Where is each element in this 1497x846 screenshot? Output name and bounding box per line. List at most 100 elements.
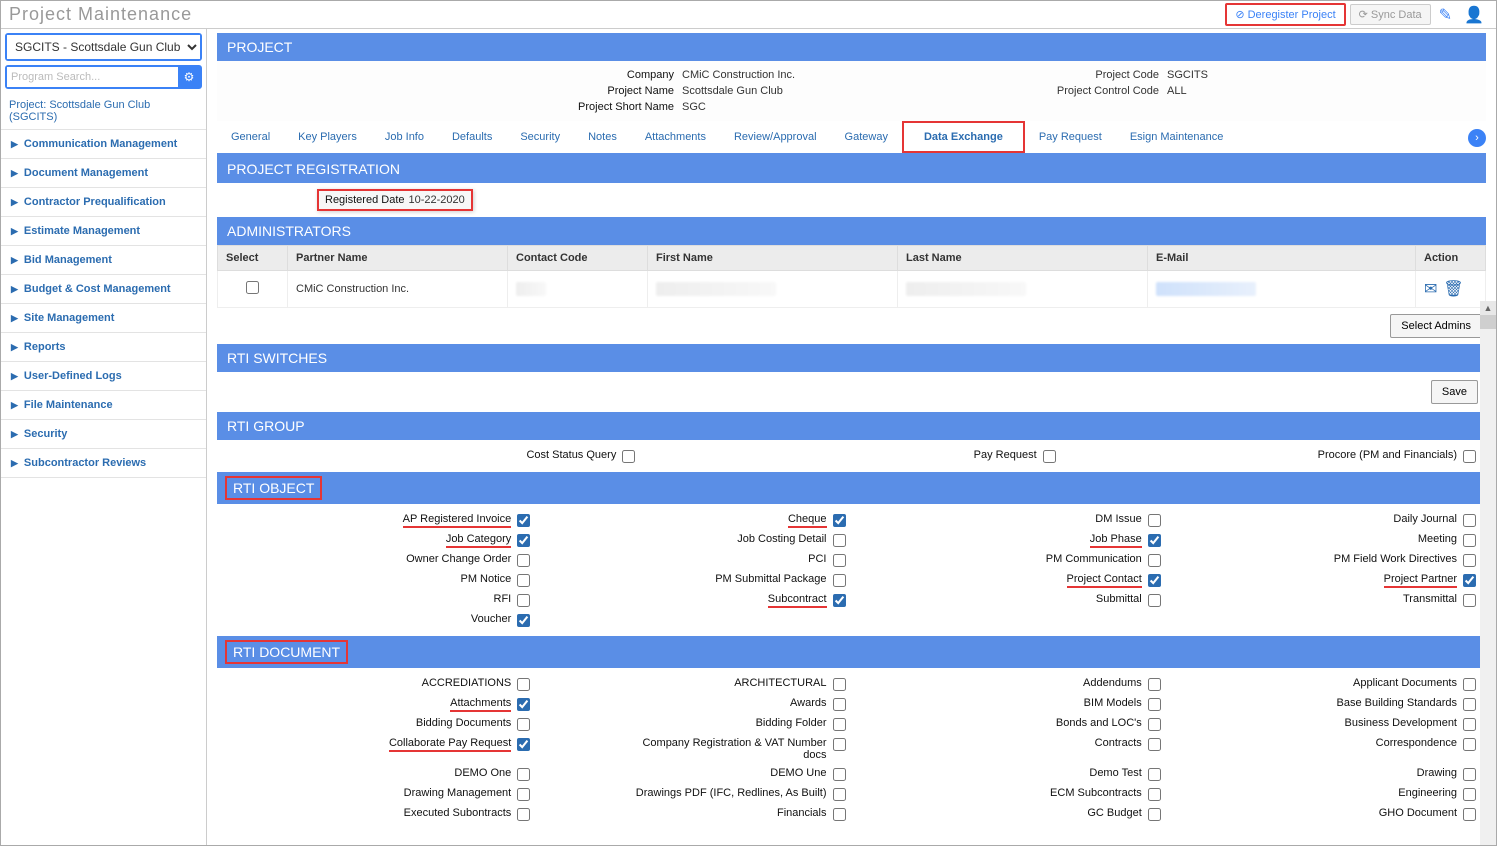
row-select-checkbox[interactable] bbox=[246, 281, 259, 294]
checkbox[interactable] bbox=[1148, 698, 1161, 711]
sidebar-item[interactable]: ▶Subcontractor Reviews bbox=[1, 449, 206, 478]
check-item: Drawing bbox=[1167, 764, 1482, 784]
checkbox[interactable] bbox=[1463, 808, 1476, 821]
save-button[interactable]: Save bbox=[1431, 380, 1478, 404]
checkbox[interactable] bbox=[833, 534, 846, 547]
checkbox[interactable] bbox=[1148, 554, 1161, 567]
checkbox[interactable] bbox=[1463, 594, 1476, 607]
checkbox[interactable] bbox=[833, 718, 846, 731]
mail-icon[interactable]: ✉ bbox=[1424, 279, 1437, 299]
checkbox[interactable] bbox=[833, 574, 846, 587]
checkbox[interactable] bbox=[517, 554, 530, 567]
checkbox[interactable] bbox=[1148, 678, 1161, 691]
table-row: CMiC Construction Inc. ✉🗑 bbox=[218, 271, 1486, 308]
checkbox[interactable] bbox=[1463, 574, 1476, 587]
checkbox[interactable] bbox=[517, 534, 530, 547]
checkbox[interactable] bbox=[517, 788, 530, 801]
sidebar-item[interactable]: ▶Reports bbox=[1, 333, 206, 362]
checkbox[interactable] bbox=[517, 574, 530, 587]
sidebar-item[interactable]: ▶Estimate Management bbox=[1, 217, 206, 246]
checkbox[interactable] bbox=[517, 514, 530, 527]
sidebar-item[interactable]: ▶Security bbox=[1, 420, 206, 449]
tab[interactable]: Data Exchange bbox=[902, 121, 1025, 153]
checkbox[interactable] bbox=[1463, 788, 1476, 801]
checkbox[interactable] bbox=[833, 554, 846, 567]
tab[interactable]: Security bbox=[506, 121, 574, 153]
project-select[interactable]: SGCITS - Scottsdale Gun Club bbox=[7, 35, 200, 59]
tab[interactable]: Defaults bbox=[438, 121, 506, 153]
sidebar-item[interactable]: ▶Document Management bbox=[1, 159, 206, 188]
checkbox[interactable] bbox=[517, 614, 530, 627]
checkbox[interactable] bbox=[833, 808, 846, 821]
tab[interactable]: Attachments bbox=[631, 121, 720, 153]
checkbox[interactable] bbox=[1463, 554, 1476, 567]
user-icon[interactable]: 👤 bbox=[1460, 5, 1488, 25]
tab[interactable]: Pay Request bbox=[1025, 121, 1116, 153]
checkbox[interactable] bbox=[833, 514, 846, 527]
sidebar-item[interactable]: ▶Communication Management bbox=[1, 130, 206, 159]
check-item: Correspondence bbox=[1167, 734, 1482, 764]
check-label: Attachments bbox=[450, 697, 517, 709]
tab[interactable]: Notes bbox=[574, 121, 631, 153]
edit-icon[interactable]: ✎ bbox=[1435, 5, 1456, 25]
check-item: Submittal bbox=[852, 590, 1167, 610]
checkbox[interactable] bbox=[833, 738, 846, 751]
tab[interactable]: Esign Maintenance bbox=[1116, 121, 1238, 153]
redacted bbox=[906, 282, 1026, 296]
checkbox[interactable] bbox=[1148, 808, 1161, 821]
tab[interactable]: Job Info bbox=[371, 121, 438, 153]
checkbox[interactable] bbox=[517, 738, 530, 751]
checkbox[interactable] bbox=[517, 808, 530, 821]
checkbox[interactable] bbox=[1148, 514, 1161, 527]
checkbox[interactable] bbox=[1463, 718, 1476, 731]
checkbox[interactable] bbox=[1148, 738, 1161, 751]
checkbox[interactable] bbox=[833, 698, 846, 711]
checkbox[interactable] bbox=[1148, 594, 1161, 607]
gear-icon[interactable]: ⚙ bbox=[178, 67, 200, 87]
checkbox[interactable] bbox=[833, 678, 846, 691]
check-item: PCI bbox=[536, 550, 851, 570]
checkbox[interactable] bbox=[1148, 718, 1161, 731]
sidebar-item[interactable]: ▶User-Defined Logs bbox=[1, 362, 206, 391]
checkbox[interactable] bbox=[1148, 788, 1161, 801]
checkbox[interactable] bbox=[1148, 534, 1161, 547]
checkbox[interactable] bbox=[1463, 678, 1476, 691]
checkbox[interactable] bbox=[833, 768, 846, 781]
vertical-scrollbar[interactable]: ▲ bbox=[1480, 315, 1496, 845]
tab[interactable]: Key Players bbox=[284, 121, 371, 153]
checkbox[interactable] bbox=[517, 678, 530, 691]
checkbox[interactable] bbox=[622, 450, 635, 463]
checkbox[interactable] bbox=[517, 594, 530, 607]
checkbox[interactable] bbox=[833, 788, 846, 801]
checkbox[interactable] bbox=[1463, 768, 1476, 781]
checkbox[interactable] bbox=[1463, 738, 1476, 751]
tab[interactable]: Gateway bbox=[831, 121, 902, 153]
check-label: Bidding Documents bbox=[416, 717, 517, 729]
tab[interactable]: General bbox=[217, 121, 284, 153]
check-item: ARCHITECTURAL bbox=[536, 674, 851, 694]
sidebar-item[interactable]: ▶File Maintenance bbox=[1, 391, 206, 420]
sidebar: SGCITS - Scottsdale Gun Club ⚙ Project: … bbox=[1, 29, 207, 845]
checkbox[interactable] bbox=[517, 698, 530, 711]
tabs-scroll-right-icon[interactable]: › bbox=[1468, 129, 1486, 147]
checkbox[interactable] bbox=[1148, 574, 1161, 587]
delete-icon[interactable]: 🗑 bbox=[1443, 279, 1463, 299]
sidebar-item[interactable]: ▶Budget & Cost Management bbox=[1, 275, 206, 304]
deregister-project-button[interactable]: ⊘ Deregister Project bbox=[1225, 3, 1345, 26]
checkbox[interactable] bbox=[1463, 698, 1476, 711]
program-search-input[interactable] bbox=[7, 67, 178, 87]
checkbox[interactable] bbox=[1463, 534, 1476, 547]
checkbox[interactable] bbox=[1043, 450, 1056, 463]
checkbox[interactable] bbox=[517, 718, 530, 731]
checkbox[interactable] bbox=[517, 768, 530, 781]
sidebar-item[interactable]: ▶Bid Management bbox=[1, 246, 206, 275]
checkbox[interactable] bbox=[1148, 768, 1161, 781]
tab[interactable]: Review/Approval bbox=[720, 121, 831, 153]
sidebar-item[interactable]: ▶Contractor Prequalification bbox=[1, 188, 206, 217]
checkbox[interactable] bbox=[833, 594, 846, 607]
checkbox[interactable] bbox=[1463, 514, 1476, 527]
checkbox[interactable] bbox=[1463, 450, 1476, 463]
select-admins-button[interactable]: Select Admins bbox=[1390, 314, 1482, 338]
project-label[interactable]: Project: Scottsdale Gun Club (SGCITS) bbox=[1, 93, 206, 130]
sidebar-item[interactable]: ▶Site Management bbox=[1, 304, 206, 333]
